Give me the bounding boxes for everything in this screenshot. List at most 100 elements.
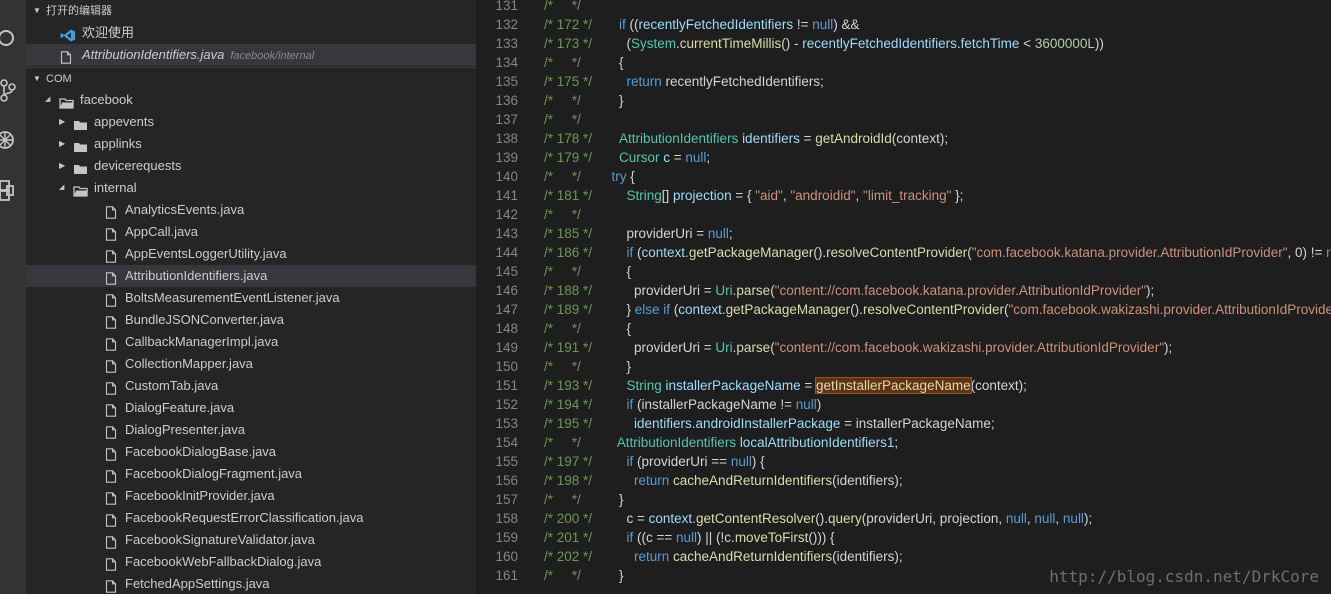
tree-file-label: FacebookSignatureValidator.java (125, 532, 315, 547)
keyword-token: if (619, 17, 630, 32)
code-text: (context); (891, 131, 949, 146)
code-line: 141 /* 181 */ String[] projection = { "aid… (476, 186, 1331, 205)
code-text: ; (706, 150, 711, 165)
keyword-token: if (626, 530, 638, 545)
line-number: 154 (495, 435, 518, 450)
tree-folder[interactable]: ◢ internal (26, 177, 476, 199)
tree-file-label: DialogFeature.java (125, 400, 235, 415)
code-line: 145 /* */ { (476, 262, 1331, 281)
code-line: 159 /* 201 */ if ((c == null) || (!c.moveT… (476, 528, 1331, 547)
code-text: () - (781, 36, 803, 51)
tree-file[interactable]: CallbackManagerImpl.java (26, 331, 476, 353)
line-code: return recentlyFetchedIdentifiers; (627, 72, 824, 91)
tree-file[interactable]: FacebookWebFallbackDialog.java (26, 551, 476, 573)
open-editor-item[interactable]: 欢迎使用 (26, 22, 476, 44)
identifier-token: context (641, 245, 686, 260)
line-code: providerUri = null; (627, 224, 733, 243)
keyword-token: null (676, 530, 698, 545)
tree-file[interactable]: DialogFeature.java (26, 397, 476, 419)
open-editors-header[interactable]: ▼ 打开的编辑器 (26, 0, 476, 22)
chevron-down-icon[interactable]: ◢ (45, 89, 50, 111)
line-number: 153 (495, 416, 518, 431)
code-line: 160 /* 202 */ return cacheAndReturnIdentif… (476, 547, 1331, 566)
tree-file[interactable]: FacebookInitProvider.java (26, 485, 476, 507)
code-text: (). (813, 245, 827, 260)
line-comment: /* 194 */ (544, 397, 593, 412)
keyword-token: null (707, 226, 729, 241)
tree-file[interactable]: FetchedAppSettings.java (26, 573, 476, 594)
line-comment: /* */ (544, 264, 581, 279)
extensions-icon[interactable] (0, 178, 18, 202)
code-line: 133 /* 173 */ (System.currentTimeMillis() … (476, 34, 1331, 53)
code-text: recentlyFetchedIdentifiers; (665, 74, 824, 89)
code-text: (providerUri, projection, (861, 511, 1006, 526)
line-code: } else if (context.getPackageManager().r… (627, 300, 1331, 319)
line-code: { (627, 319, 632, 338)
code-line: 149 /* 191 */ providerUri = Uri.parse("con… (476, 338, 1331, 357)
line-comment: /* */ (544, 321, 581, 336)
string-token: "androidid" (790, 188, 856, 203)
line-code: (System.currentTimeMillis() - recentlyFe… (627, 34, 1104, 53)
search-icon[interactable] (0, 28, 18, 52)
tree-file[interactable]: AnalyticsEvents.java (26, 199, 476, 221)
tree-file[interactable]: AppCall.java (26, 221, 476, 243)
line-comment: /* 198 */ (544, 473, 593, 488)
code-line: 136 /* */} (476, 91, 1331, 110)
tree-file[interactable]: CollectionMapper.java (26, 353, 476, 375)
line-number: 151 (495, 378, 518, 393)
identifier-token: localAttributionIdentifiers1 (739, 435, 895, 450)
keyword-token: try (611, 169, 631, 184)
line-comment: /* 200 */ (544, 511, 593, 526)
chevron-right-icon[interactable]: ▶ (59, 133, 65, 155)
debug-icon[interactable] (0, 128, 18, 152)
code-line: 151 /* 193 */ String installerPackageName … (476, 376, 1331, 395)
keyword-token: return (634, 549, 674, 564)
code-editor[interactable]: 131/* */132/* 172 */if ((recentlyFetched… (476, 0, 1331, 594)
tree-folder-label: internal (94, 180, 137, 195)
tree-file[interactable]: DialogPresenter.java (26, 419, 476, 441)
line-code: AttributionIdentifiers identifiers = get… (619, 129, 948, 148)
tree-file[interactable]: FacebookDialogFragment.java (26, 463, 476, 485)
code-text: (). (815, 511, 829, 526)
explorer-folder-header[interactable]: ▼ COM (26, 67, 476, 90)
chevron-right-icon[interactable]: ▶ (59, 111, 65, 133)
function-token: parse (736, 283, 771, 298)
chevron-down-icon[interactable]: ◢ (59, 177, 64, 199)
tree-file[interactable]: FacebookSignatureValidator.java (26, 529, 476, 551)
open-editor-item[interactable]: AttributionIdentifiers.java facebook/inte… (26, 44, 476, 66)
tree-file[interactable]: FacebookRequestErrorClassification.java (26, 507, 476, 529)
chevron-right-icon[interactable]: ▶ (59, 155, 65, 177)
line-comment: /* 197 */ (544, 454, 593, 469)
line-code: identifiers.androidInstallerPackage = in… (634, 414, 995, 433)
line-number: 148 (495, 321, 518, 336)
tree-file[interactable]: CustomTab.java (26, 375, 476, 397)
tree-file[interactable]: BundleJSONConverter.java (26, 309, 476, 331)
tree-folder[interactable]: ▶ appevents (26, 111, 476, 133)
line-comment: /* 188 */ (544, 283, 593, 298)
tree-file[interactable]: BoltsMeasurementEventListener.java (26, 287, 476, 309)
code-text: ) && (833, 17, 860, 32)
tree-folder[interactable]: ◢ facebook (26, 89, 476, 111)
tree-file[interactable]: FacebookDialogBase.java (26, 441, 476, 463)
number-token: 3600000L (1034, 36, 1095, 51)
source-control-icon[interactable] (0, 78, 18, 102)
code-line: 157 /* */} (476, 490, 1331, 509)
function-token: getPackageManager (725, 302, 851, 317)
code-text: } (626, 359, 632, 374)
line-code: if (providerUri == null) { (627, 452, 765, 471)
tree-folder[interactable]: ▶ devicerequests (26, 155, 476, 177)
code-text: } (626, 302, 635, 317)
tree-file-label: AnalyticsEvents.java (125, 202, 245, 217)
line-comment: /* */ (544, 112, 581, 127)
function-token: parse (736, 340, 771, 355)
tree-folder[interactable]: ▶ applinks (26, 133, 476, 155)
tree-file-label: FacebookDialogFragment.java (125, 466, 303, 481)
tree-file-label: BoltsMeasurementEventListener.java (125, 290, 340, 305)
open-editor-name: 欢迎使用 (82, 25, 135, 40)
line-code: { (627, 262, 632, 281)
tree-file[interactable]: AppEventsLoggerUtility.java (26, 243, 476, 265)
string-token: "content://com.facebook.katana.provider.… (774, 283, 1146, 298)
tree-file[interactable]: AttributionIdentifiers.java (26, 265, 476, 287)
keyword-token: null (1326, 245, 1331, 260)
open-editor-label: AttributionIdentifiers.java facebook/inte… (82, 44, 314, 67)
